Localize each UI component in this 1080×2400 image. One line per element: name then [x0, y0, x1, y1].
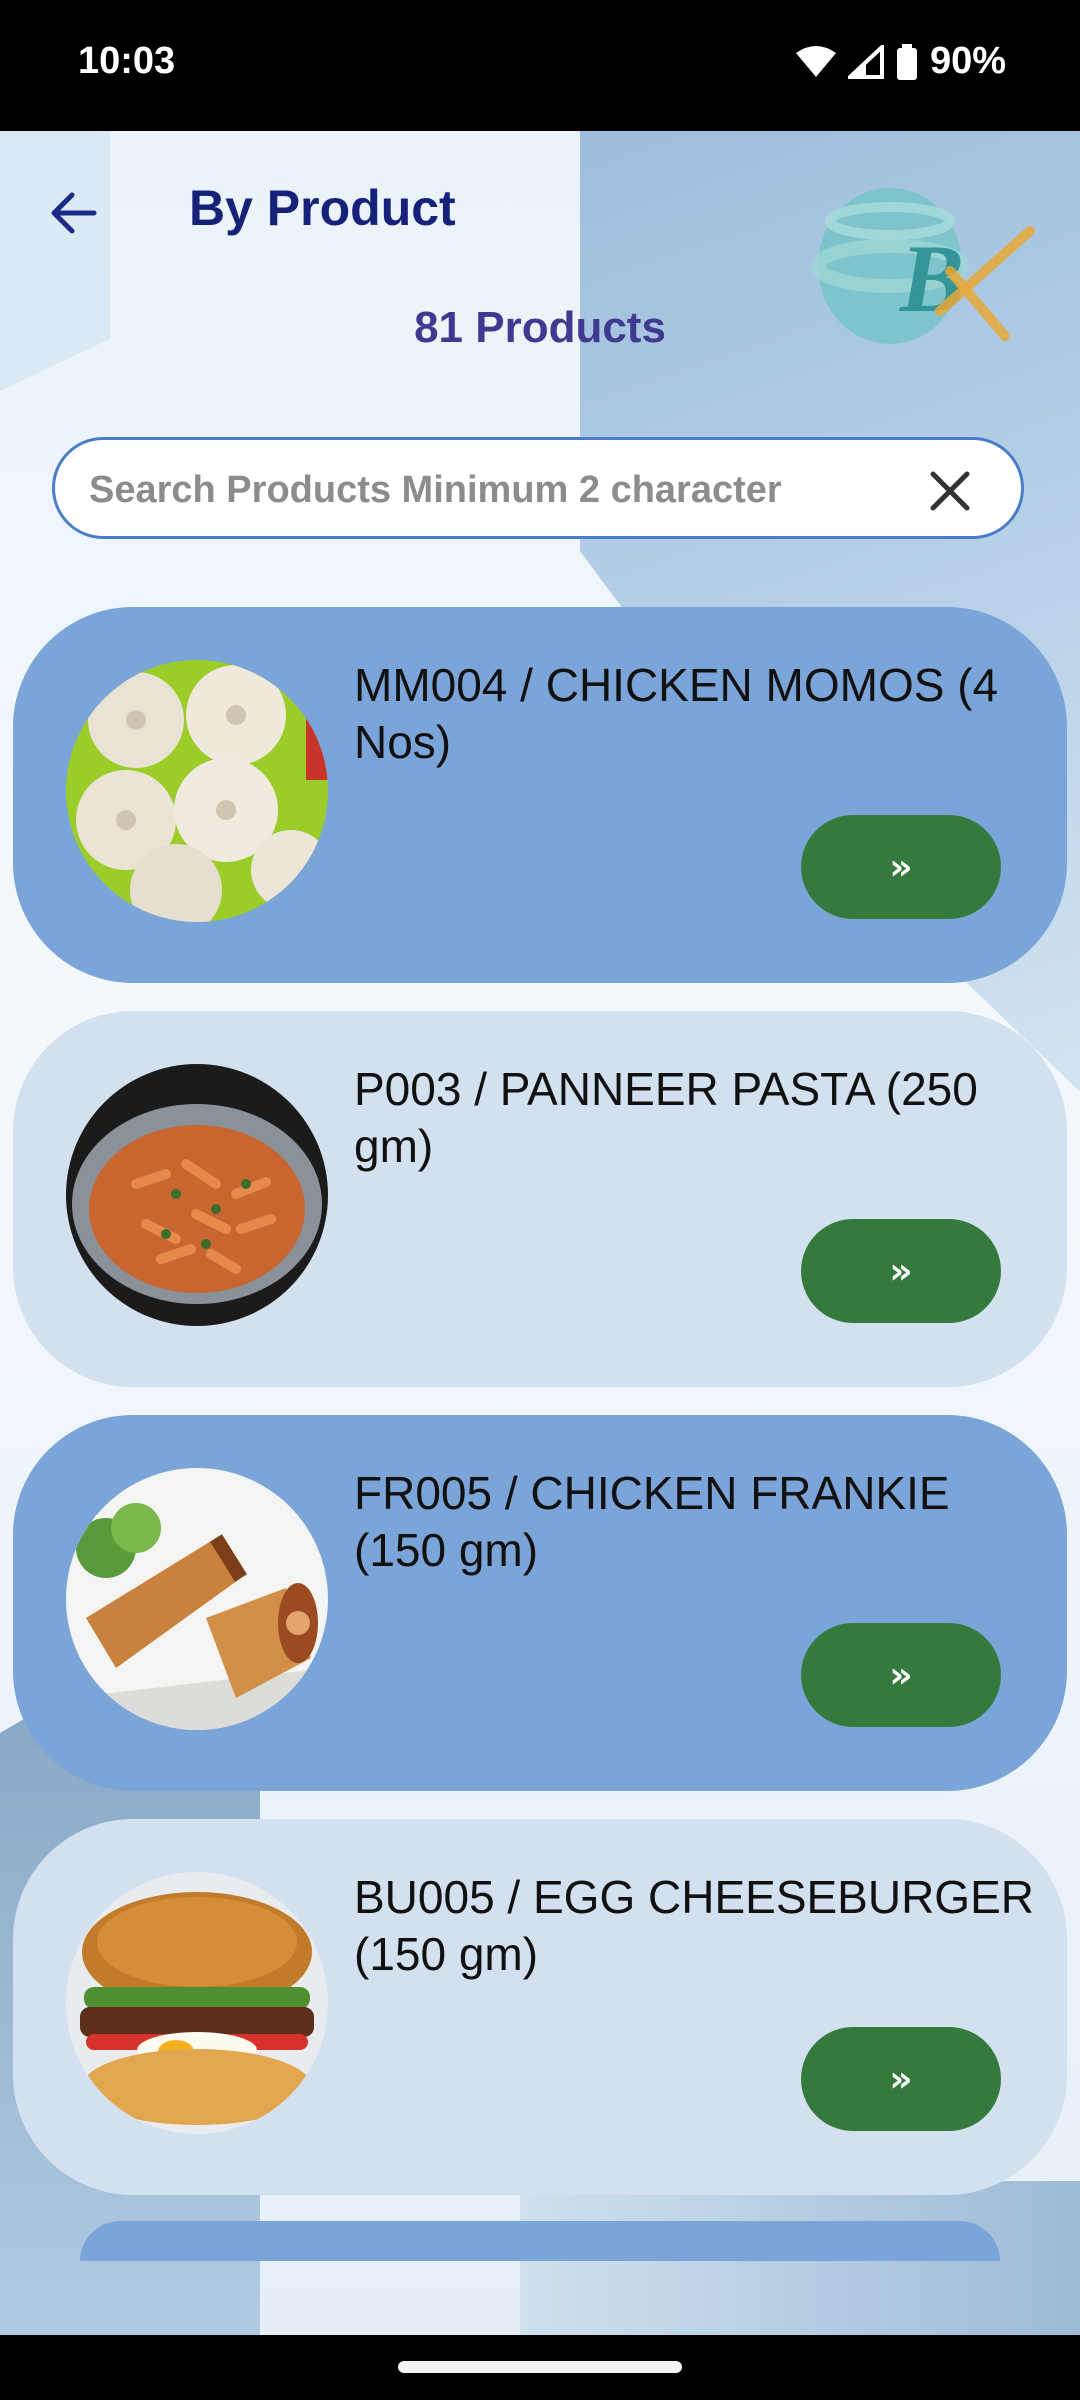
- product-card[interactable]: FR005 / CHICKEN FRANKIE (150 gm) »: [13, 1415, 1067, 1791]
- product-title: P003 / PANNEER PASTA (250 gm): [354, 1063, 978, 1172]
- product-image-burger: [66, 1872, 328, 2134]
- product-image-momos: [66, 660, 328, 922]
- home-gesture-handle[interactable]: [398, 2361, 682, 2373]
- status-bar: 10:03 90%: [0, 0, 1080, 131]
- product-image-pasta: [66, 1064, 328, 1326]
- battery-level: 90%: [929, 40, 1006, 82]
- open-product-button[interactable]: »: [801, 2027, 1001, 2131]
- products-count: 81 Products: [414, 303, 666, 352]
- product-card[interactable]: P003 / PANNEER PASTA (250 gm) »: [13, 1011, 1067, 1387]
- open-product-button[interactable]: »: [801, 1623, 1001, 1727]
- search-input[interactable]: [87, 458, 891, 522]
- wifi-icon: [795, 45, 836, 77]
- navigation-bar: [0, 2335, 1080, 2400]
- open-product-button[interactable]: »: [801, 1219, 1001, 1323]
- product-card[interactable]: MM004 / CHICKEN MOMOS (4 Nos) »: [13, 607, 1067, 983]
- product-card[interactable]: BU005 / EGG CHEESEBURGER (150 gm) »: [13, 1819, 1067, 2195]
- product-title: FR005 / CHICKEN FRANKIE (150 gm): [354, 1467, 950, 1576]
- status-time: 10:03: [78, 40, 176, 82]
- battery-icon: [896, 43, 917, 80]
- close-icon[interactable]: [929, 470, 971, 512]
- product-title: MM004 / CHICKEN MOMOS (4 Nos): [354, 659, 999, 768]
- product-title: BU005 / EGG CHEESEBURGER (150 gm): [354, 1871, 1034, 1980]
- page-title: By Product: [189, 180, 456, 236]
- status-icons: 90%: [795, 40, 1006, 83]
- product-card-partial: [80, 2221, 1000, 2261]
- arrow-left-icon[interactable]: [44, 183, 104, 243]
- product-image-frankie: [66, 1468, 328, 1730]
- app-content: By Product B 81 Products Search Products…: [0, 131, 1080, 2335]
- search-box: [52, 437, 1024, 539]
- signal-icon: [847, 44, 884, 79]
- open-product-button[interactable]: »: [801, 815, 1001, 919]
